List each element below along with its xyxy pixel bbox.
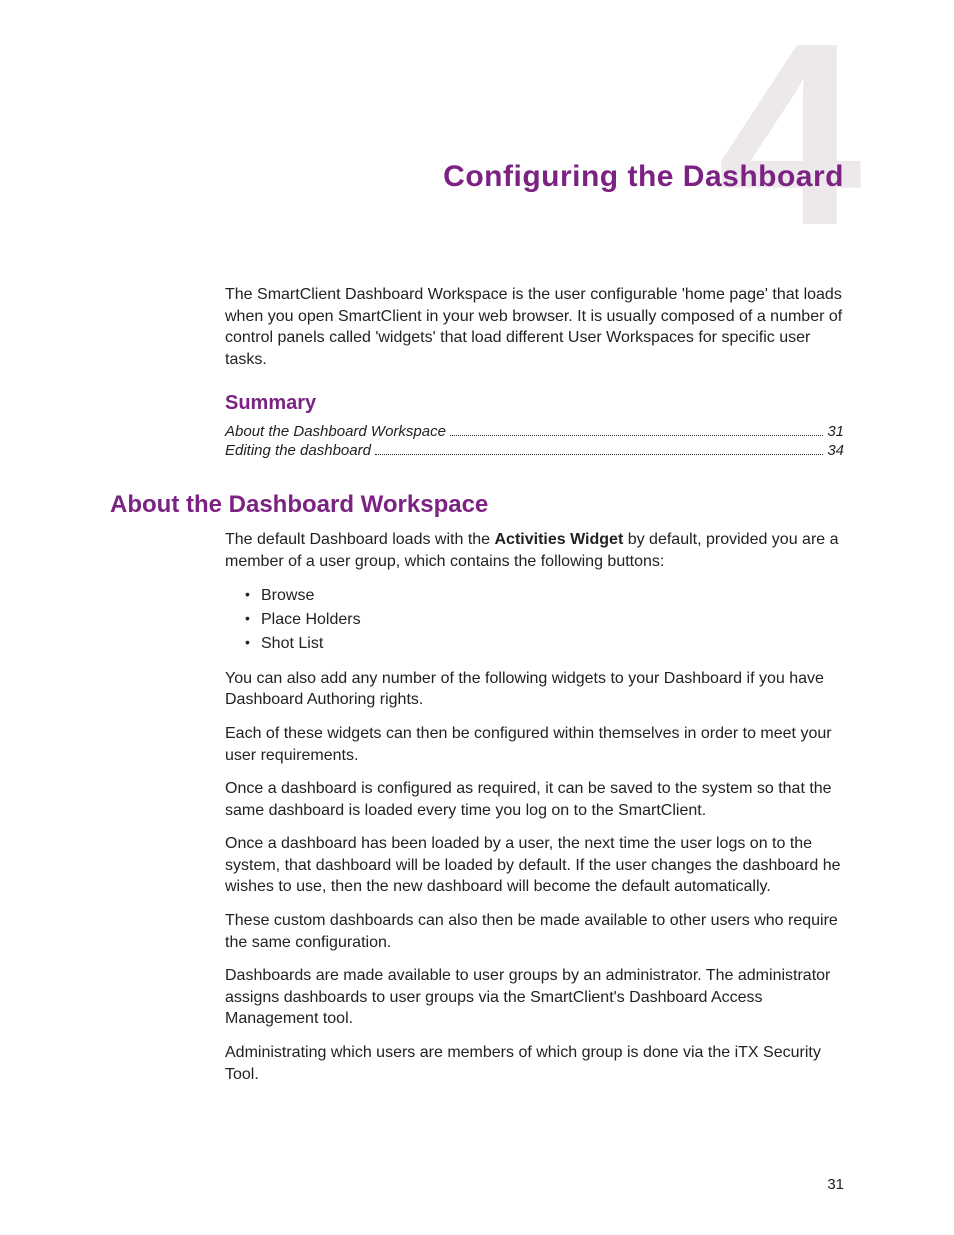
list-item: Shot List: [245, 633, 844, 655]
body-paragraph: Once a dashboard has been loaded by a us…: [225, 833, 844, 898]
lead-bold: Activities Widget: [495, 531, 624, 548]
body-paragraph: Dashboards are made available to user gr…: [225, 965, 844, 1030]
body-paragraph: These custom dashboards can also then be…: [225, 910, 844, 953]
toc-line: About the Dashboard Workspace 31: [225, 423, 844, 440]
toc-leader-dots: [375, 454, 823, 455]
page: 4 Configuring the Dashboard The SmartCli…: [0, 0, 954, 1235]
chapter-number-watermark: 4: [717, 5, 856, 265]
toc-label: About the Dashboard Workspace: [225, 423, 446, 440]
lead-paragraph: The default Dashboard loads with the Act…: [225, 529, 844, 572]
page-number: 31: [827, 1176, 844, 1193]
body-paragraph: Administrating which users are members o…: [225, 1042, 844, 1085]
body-paragraph: You can also add any number of the follo…: [225, 668, 844, 711]
list-item: Place Holders: [245, 609, 844, 631]
list-item: Browse: [245, 585, 844, 607]
section-heading: About the Dashboard Workspace: [110, 491, 844, 519]
section-body: The default Dashboard loads with the Act…: [225, 529, 844, 1085]
body-paragraph: Each of these widgets can then be config…: [225, 723, 844, 766]
toc-page: 34: [827, 442, 844, 459]
toc-leader-dots: [450, 435, 823, 436]
intro-paragraph: The SmartClient Dashboard Workspace is t…: [225, 284, 844, 370]
lead-pre: The default Dashboard loads with the: [225, 531, 495, 548]
toc-page: 31: [827, 423, 844, 440]
toc-label: Editing the dashboard: [225, 442, 371, 459]
chapter-title: Configuring the Dashboard: [110, 160, 844, 194]
toc-line: Editing the dashboard 34: [225, 442, 844, 459]
summary-heading: Summary: [225, 392, 844, 415]
bullet-list: Browse Place Holders Shot List: [245, 585, 844, 656]
intro-block: The SmartClient Dashboard Workspace is t…: [225, 284, 844, 459]
body-paragraph: Once a dashboard is configured as requir…: [225, 778, 844, 821]
